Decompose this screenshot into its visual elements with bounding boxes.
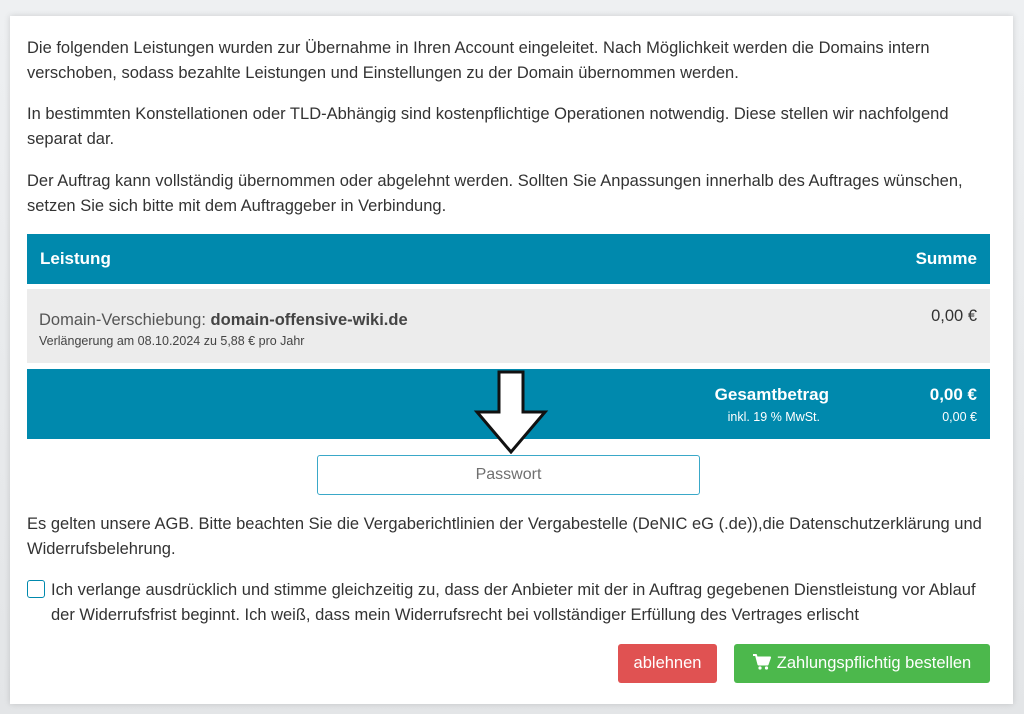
down-arrow-icon [473,370,549,454]
password-input[interactable] [317,455,700,495]
vat-label: inkl. 19 % MwSt. [727,410,820,424]
decline-button[interactable]: ablehnen [618,644,717,683]
service-title: Domain-Verschiebung: domain-offensive-wi… [39,311,408,330]
service-type-label: Domain-Verschiebung: [39,311,206,329]
vat-amount: 0,00 € [942,410,977,424]
service-renewal-info: Verlängerung am 08.10.2024 zu 5,88 € pro… [39,334,305,348]
shopping-cart-icon [752,653,771,670]
consent-text: Ich verlange ausdrücklich und stimme gle… [51,581,976,624]
order-button-label: Zahlungspflichtig bestellen [776,654,972,672]
total-label: Gesamtbetrag [714,385,829,404]
service-price: 0,00 € [931,307,977,325]
services-table-header: Leistung Summe [27,234,990,284]
terms-text: Es gelten unsere AGB. Bitte beachten Sie… [27,515,982,558]
total-amount: 0,00 € [929,385,977,404]
order-transfer-dialog: Die folgenden Leistungen wurden zur Über… [10,16,1013,704]
intro-paragraph-3: Der Auftrag kann vollständig übernommen … [27,172,963,215]
intro-paragraph-1: Die folgenden Leistungen wurden zur Über… [27,39,930,82]
order-button[interactable]: Zahlungspflichtig bestellen [734,644,990,683]
table-row: Domain-Verschiebung: domain-offensive-wi… [27,289,990,363]
consent-checkbox[interactable] [27,580,45,598]
decline-button-label: ablehnen [633,654,702,672]
service-domain: domain-offensive-wiki.de [210,311,408,329]
header-service: Leistung [40,249,111,268]
header-sum: Summe [915,249,977,268]
intro-paragraph-2: In bestimmten Konstellationen oder TLD-A… [27,105,949,148]
